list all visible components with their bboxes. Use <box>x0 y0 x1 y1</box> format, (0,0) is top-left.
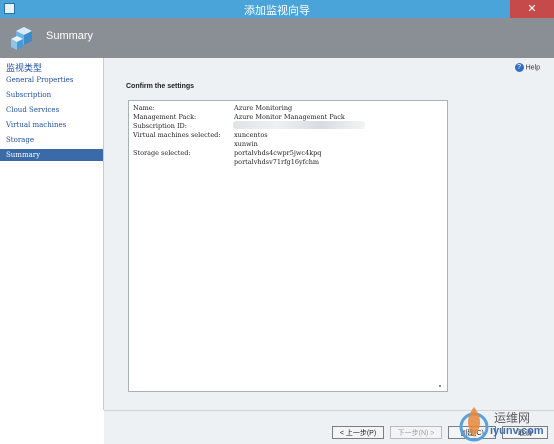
title-bar: 添加监视向导 ✕ <box>0 0 554 18</box>
setting-label: Virtual machines selected: <box>133 131 221 139</box>
setting-label: Storage selected: <box>133 149 191 157</box>
setting-row: Management Pack: <box>133 113 235 121</box>
setting-value: xuncentos <box>234 131 268 139</box>
setting-value: xunwin <box>234 140 258 148</box>
setting-label: Subscription ID: <box>133 122 187 130</box>
setting-row: Name: <box>133 104 235 112</box>
watermark-text-url: iyunv.com <box>490 425 544 437</box>
sidebar-item-summary[interactable]: Summary <box>0 149 103 161</box>
setting-row: Subscription ID: <box>133 122 235 130</box>
resize-grip <box>439 385 441 387</box>
setting-value: Azure Monitor Management Pack <box>234 113 345 121</box>
setting-row: Virtual machines selected: <box>133 131 235 139</box>
help-icon: ? <box>514 63 524 72</box>
sidebar-heading: 监视类型 <box>6 63 43 73</box>
help-label: Help <box>525 64 540 72</box>
window-title: 添加监视向导 <box>244 5 310 17</box>
wizard-steps-sidebar: 监视类型 General Properties Subscription Clo… <box>0 58 104 410</box>
main-content: ? Help Confirm the settings Name: Azure M… <box>104 58 554 410</box>
close-button[interactable]: ✕ <box>510 0 554 18</box>
section-title: Confirm the settings <box>126 83 195 90</box>
setting-label: Name: <box>133 104 155 112</box>
settings-summary-box[interactable]: Name: Azure Monitoring Management Pack: … <box>128 100 448 392</box>
setting-value: portalvhds4cwpr5jwc4kpq <box>234 149 322 157</box>
setting-value: Azure Monitoring <box>234 104 293 112</box>
setting-row: Storage selected: <box>133 149 235 157</box>
sidebar-item-virtual-machines[interactable]: Virtual machines <box>0 119 103 131</box>
next-button[interactable]: 下一步(N) > <box>390 426 442 439</box>
wizard-cubes-icon <box>11 27 32 50</box>
sidebar-item-storage[interactable]: Storage <box>0 134 103 146</box>
watermark: 运维网 iyunv.com <box>456 403 552 443</box>
setting-label: Management Pack: <box>133 113 197 121</box>
sidebar-item-subscription[interactable]: Subscription <box>0 89 103 101</box>
sidebar-item-cloud-services[interactable]: Cloud Services <box>0 104 103 116</box>
wizard-banner: Summary <box>0 18 554 58</box>
sidebar-item-general-properties[interactable]: General Properties <box>0 74 103 86</box>
watermark-logo-icon <box>459 407 489 442</box>
previous-button[interactable]: < 上一步(P) <box>332 426 384 439</box>
banner-title: Summary <box>46 30 94 42</box>
setting-value: portalvhdsv71rfg16yfchm <box>234 158 320 166</box>
redacted-subscription-id <box>233 121 365 129</box>
watermark-text-cn: 运维网 <box>494 411 531 425</box>
help-link[interactable]: ? Help <box>514 63 540 72</box>
